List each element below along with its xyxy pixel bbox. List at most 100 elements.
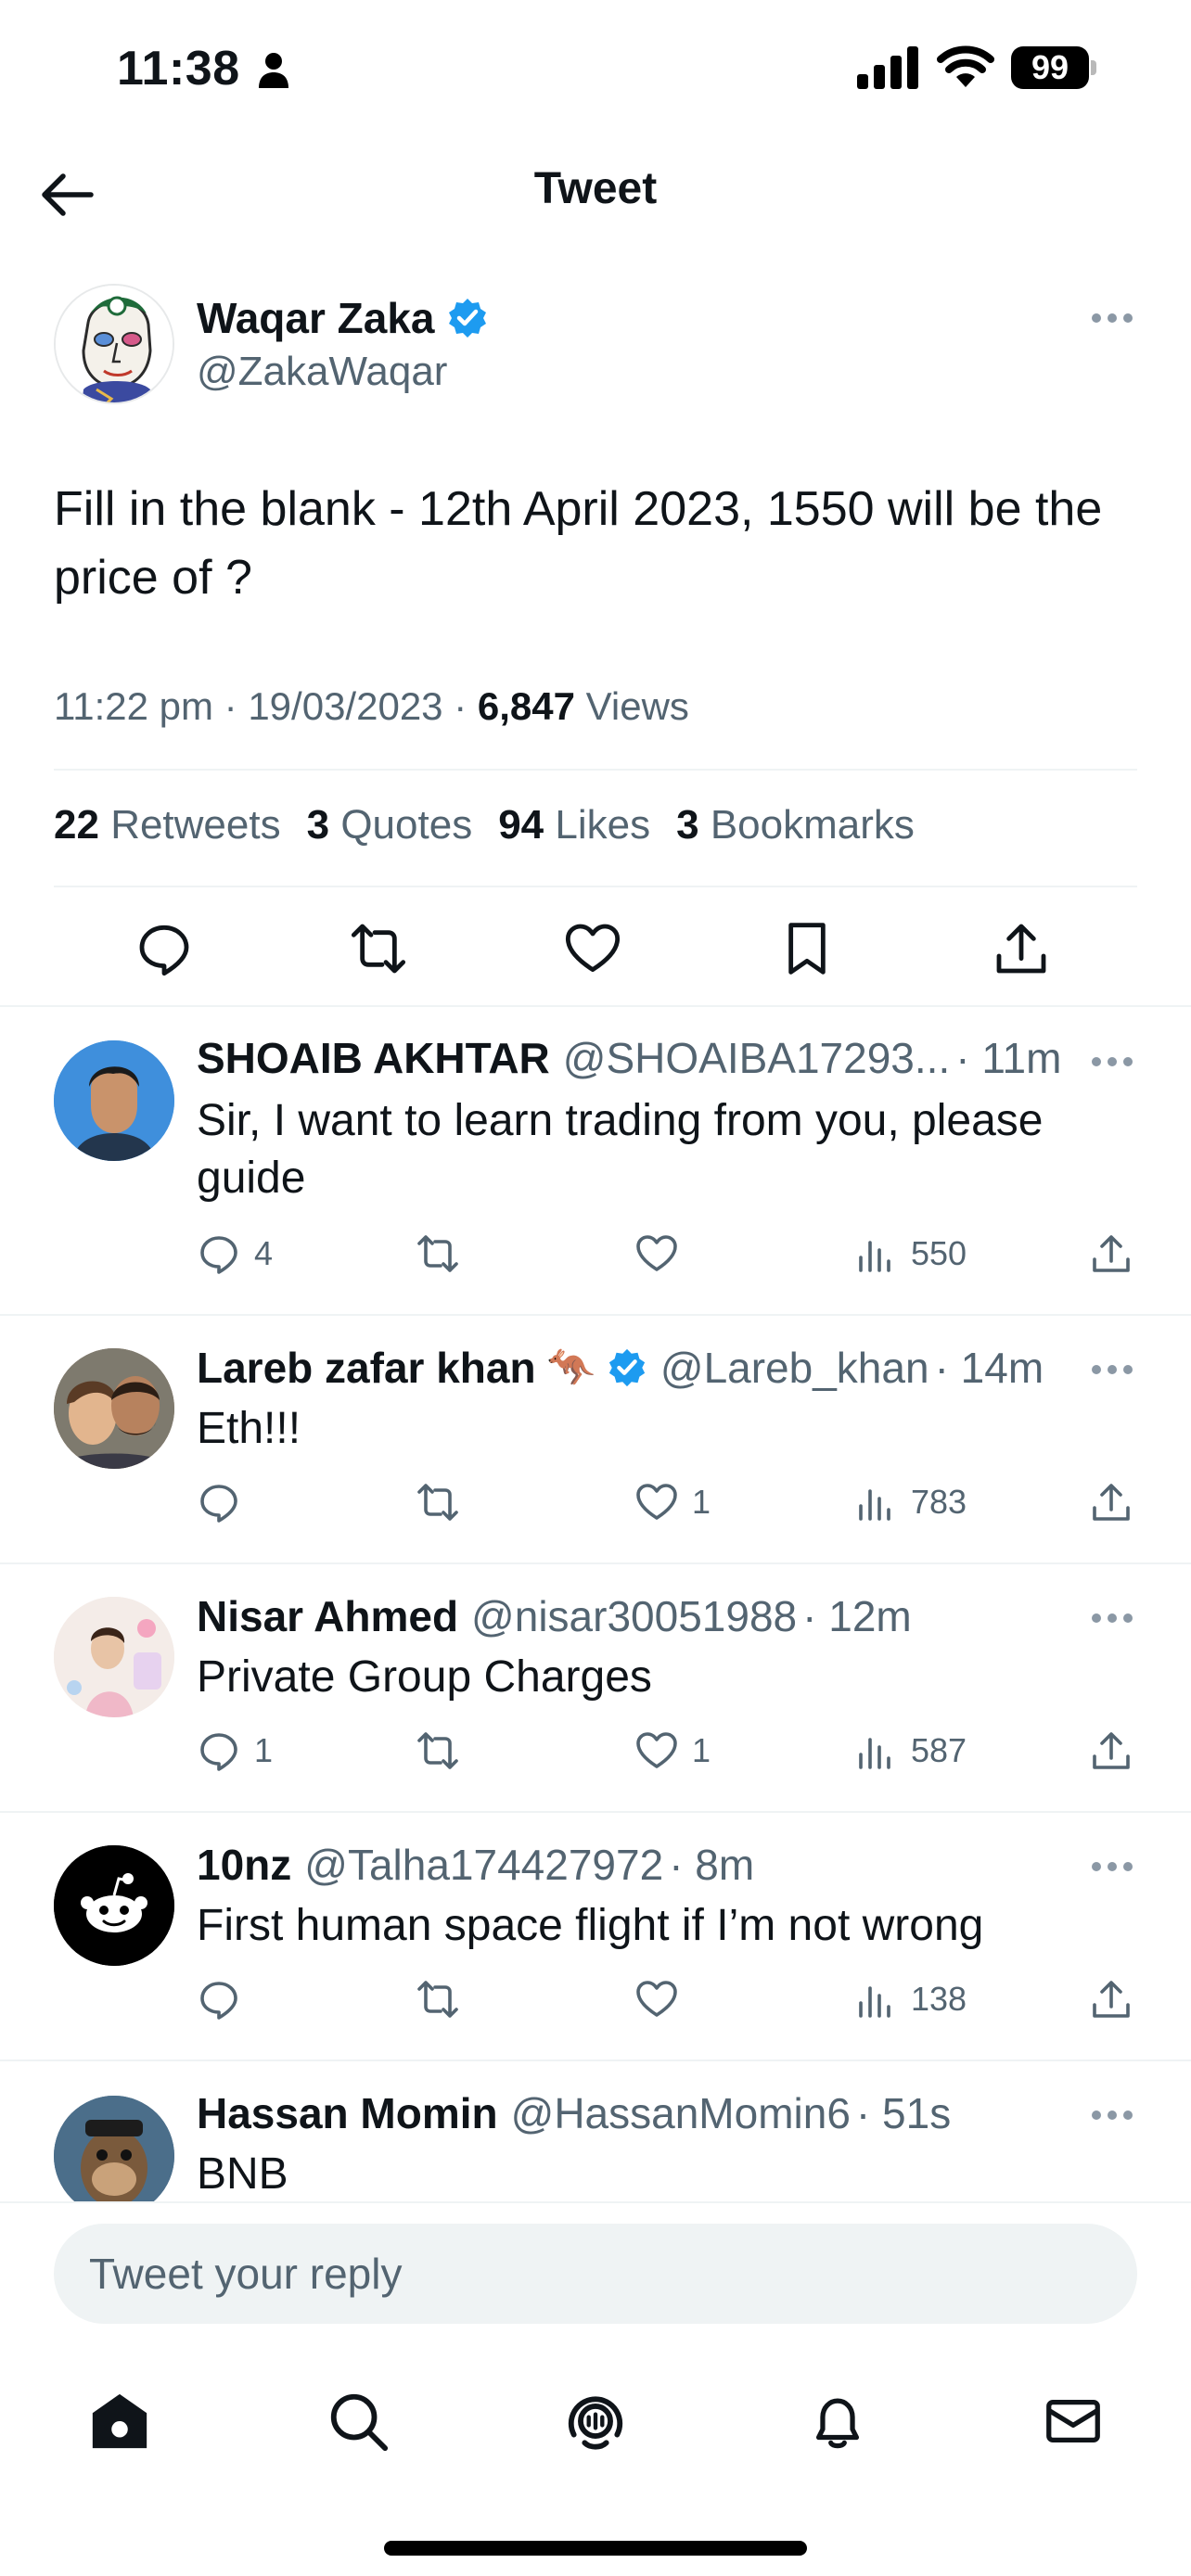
share-button[interactable]	[1089, 1971, 1133, 2027]
nav-notifications[interactable]	[796, 2379, 879, 2463]
reply-author-handle[interactable]: @nisar30051988	[471, 1591, 797, 1641]
share-icon	[1093, 1484, 1130, 1521]
like-count: 1	[692, 1731, 711, 1769]
analytics-icon	[859, 1241, 890, 1272]
header: Tweet	[0, 139, 1191, 250]
reply-author-handle[interactable]: @SHOAIBA17293...	[563, 1033, 950, 1083]
retweet-button[interactable]	[416, 1226, 473, 1282]
reply-author-name[interactable]: SHOAIB AKHTAR	[197, 1033, 550, 1083]
reply-header: 10nz @Talha174427972 · 8m	[197, 1840, 754, 1890]
like-button[interactable]	[560, 916, 625, 981]
reply-icon	[200, 1236, 237, 1274]
reply-avatar[interactable]	[54, 1597, 174, 1717]
reply-text: Private Group Charges	[197, 1652, 652, 1702]
reply-time: · 8m	[669, 1841, 755, 1889]
nav-messages[interactable]	[1031, 2379, 1115, 2463]
share-button[interactable]	[1089, 1723, 1133, 1779]
nav-search[interactable]	[316, 2379, 400, 2463]
reply-author-handle[interactable]: @Lareb_khan	[660, 1343, 929, 1393]
like-count: 1	[692, 1483, 711, 1521]
views-button[interactable]: 138	[853, 1971, 967, 2027]
reply-author-name[interactable]: Hassan Momin	[197, 2088, 498, 2138]
reply-button[interactable]: 1	[197, 1723, 273, 1779]
bookmark-button[interactable]	[775, 916, 839, 981]
retweet-button[interactable]	[346, 916, 411, 981]
reply-avatar[interactable]	[54, 1845, 174, 1966]
heart-icon	[636, 1981, 677, 2017]
likes-stat[interactable]: 94 Likes	[498, 802, 650, 848]
reply-button[interactable]	[197, 1474, 254, 1530]
tweet-text: Fill in the blank - 12th April 2023, 155…	[54, 482, 1103, 605]
reply-author-handle[interactable]: @Talha174427972	[304, 1840, 663, 1890]
more-options-icon[interactable]	[1090, 1055, 1134, 1068]
retweet-button[interactable]	[416, 1723, 473, 1779]
views-button[interactable]: 783	[853, 1474, 967, 1530]
reply-actions: 1 783	[0, 1474, 1191, 1530]
reply-author-name[interactable]: 10nz	[197, 1840, 291, 1890]
like-button[interactable]: 1	[634, 1723, 711, 1779]
verified-badge-icon	[608, 1348, 646, 1387]
quotes-stat[interactable]: 3 Quotes	[307, 802, 473, 848]
search-icon	[330, 2393, 389, 2452]
tweet-actions	[0, 909, 1191, 992]
bell-icon	[815, 2398, 860, 2449]
retweet-button[interactable]	[416, 1474, 473, 1530]
reply-author-handle[interactable]: @HassanMomin6	[511, 2088, 851, 2138]
reply-item[interactable]: 10nz @Talha174427972 · 8m First human sp…	[0, 1812, 1191, 2060]
tweet-time[interactable]: 11:22 pm	[54, 684, 213, 728]
tweet-stats: 22 Retweets 3 Quotes 94 Likes 3 Bookmark…	[54, 802, 915, 848]
tweet-date[interactable]: 19/03/2023	[248, 684, 442, 728]
reply-button[interactable]	[197, 1971, 254, 2027]
author-name[interactable]: Waqar Zaka	[197, 293, 435, 343]
reply-author-name[interactable]: Nisar Ahmed	[197, 1591, 458, 1641]
more-options-icon[interactable]	[1090, 1612, 1134, 1625]
reply-avatar[interactable]	[54, 1040, 174, 1161]
reply-item[interactable]: SHOAIB AKHTAR @SHOAIBA17293... · 11m Sir…	[0, 1005, 1191, 1315]
reply-item[interactable]: Hassan Momin @HassanMomin6 · 51s BNB	[0, 2060, 1191, 2201]
reddit-alien-icon	[54, 1845, 174, 1966]
like-button[interactable]	[634, 1226, 692, 1282]
share-icon	[1093, 1732, 1130, 1769]
like-button[interactable]	[634, 1971, 692, 2027]
more-options-icon[interactable]	[1090, 2109, 1134, 2122]
nav-home[interactable]	[78, 2379, 161, 2463]
author-avatar[interactable]	[54, 284, 174, 404]
home-indicator[interactable]	[384, 2541, 807, 2556]
views-button[interactable]: 550	[853, 1226, 967, 1282]
reply-item[interactable]: Nisar Ahmed @nisar30051988 · 12m Private…	[0, 1563, 1191, 1812]
reply-icon	[139, 925, 189, 976]
reply-item[interactable]: Lareb zafar khan 🦘 @Lareb_khan · 14m Eth…	[0, 1315, 1191, 1563]
reply-header: Hassan Momin @HassanMomin6 · 51s	[197, 2088, 951, 2138]
bookmarks-stat[interactable]: 3 Bookmarks	[676, 802, 915, 848]
reply-author-name[interactable]: Lareb zafar khan	[197, 1343, 536, 1393]
tweet-meta: 11:22 pm · 19/03/2023 · 6,847 Views	[54, 684, 689, 728]
reply-actions: 4 550	[0, 1226, 1191, 1282]
reply-button[interactable]	[132, 916, 197, 981]
share-icon	[996, 924, 1046, 974]
views-button[interactable]: 587	[853, 1723, 967, 1779]
retweets-stat[interactable]: 22 Retweets	[54, 802, 281, 848]
avatar-photo-icon	[54, 1597, 174, 1717]
share-button[interactable]	[989, 916, 1054, 981]
reply-icon	[200, 1733, 237, 1771]
share-button[interactable]	[1089, 1474, 1133, 1530]
retweet-icon	[417, 1484, 458, 1521]
retweet-button[interactable]	[416, 1971, 473, 2027]
bottom-nav	[0, 2340, 1191, 2576]
divider	[54, 886, 1137, 887]
reply-avatar[interactable]	[54, 1348, 174, 1469]
reply-input[interactable]	[54, 2224, 1137, 2324]
more-options-icon[interactable]	[1090, 1363, 1134, 1376]
reply-button[interactable]: 4	[197, 1226, 273, 1282]
more-options-icon[interactable]	[1090, 1860, 1134, 1873]
retweet-icon	[417, 1235, 458, 1272]
share-button[interactable]	[1089, 1226, 1133, 1282]
like-button[interactable]: 1	[634, 1474, 711, 1530]
reply-actions: 138	[0, 1971, 1191, 2027]
more-options-icon[interactable]	[1090, 312, 1134, 325]
reply-avatar[interactable]	[54, 2096, 174, 2201]
nav-spaces[interactable]	[554, 2379, 637, 2463]
views-label: Views	[585, 684, 689, 728]
heart-icon	[636, 1732, 677, 1768]
author-handle[interactable]: @ZakaWaqar	[197, 349, 447, 395]
